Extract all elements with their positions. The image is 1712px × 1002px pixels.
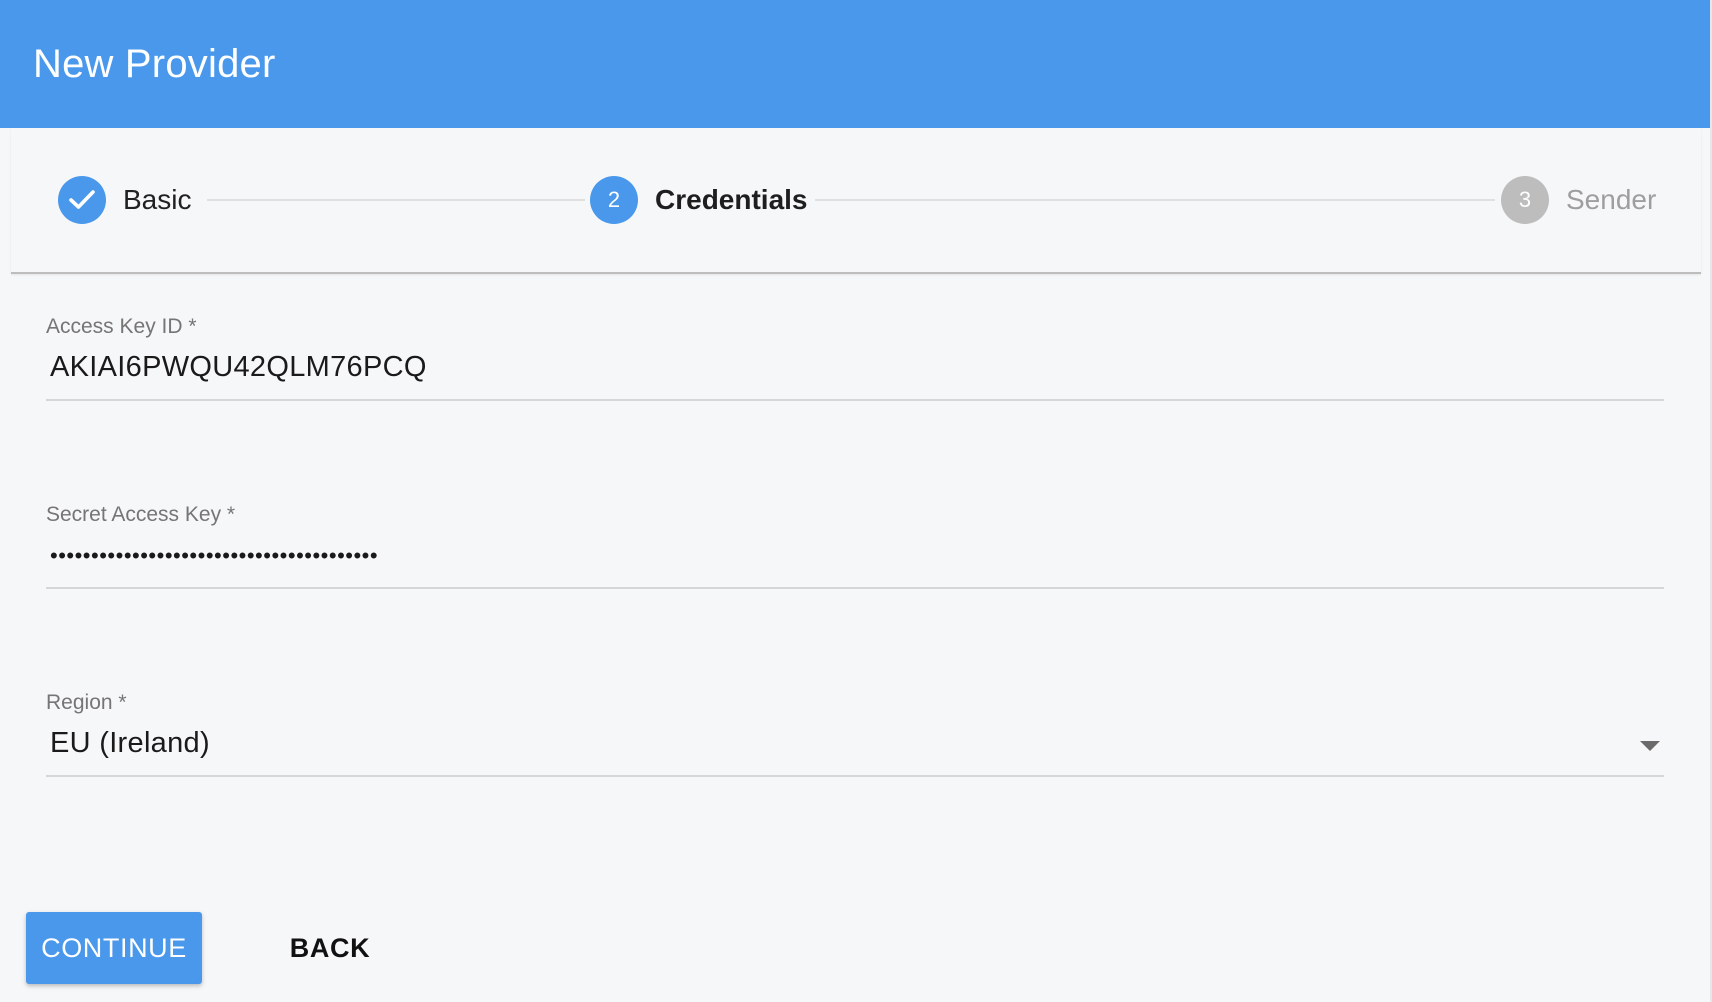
step-sender-label: Sender	[1566, 184, 1657, 215]
access-key-id-label: Access Key ID *	[46, 315, 197, 338]
dropdown-arrow-icon[interactable]	[1640, 741, 1660, 751]
secret-access-key-field[interactable]: Secret Access Key * ••••••••••••••••••••…	[46, 503, 1664, 603]
region-label: Region *	[46, 691, 127, 714]
step-sender[interactable]: 3 Sender	[1501, 176, 1656, 224]
access-key-id-field[interactable]: Access Key ID * AKIAI6PWQU42QLM76PCQ	[46, 315, 1664, 415]
step-connector	[815, 199, 1495, 201]
stepper: Basic 2 Credentials 3 Sender	[11, 128, 1701, 274]
dialog-title: New Provider	[33, 42, 276, 86]
region-select[interactable]: Region * EU (Ireland)	[46, 691, 1664, 791]
continue-button[interactable]: CONTINUE	[26, 912, 202, 984]
secret-access-key-underline	[46, 587, 1664, 589]
step-basic[interactable]: Basic	[58, 176, 191, 224]
step-basic-label: Basic	[123, 184, 192, 215]
region-underline	[46, 775, 1664, 777]
region-selected-value[interactable]: EU (Ireland)	[50, 727, 210, 760]
step-credentials-label: Credentials	[655, 184, 808, 215]
secret-access-key-label: Secret Access Key *	[46, 503, 236, 526]
step-credentials-number: 2	[590, 176, 638, 224]
step-sender-number: 3	[1501, 176, 1549, 224]
back-button[interactable]: BACK	[258, 912, 402, 984]
new-provider-dialog: New Provider Basic 2 Credentials 3 Sende…	[0, 0, 1712, 1002]
access-key-id-input[interactable]: AKIAI6PWQU42QLM76PCQ	[50, 351, 427, 384]
access-key-id-underline	[46, 399, 1664, 401]
step-connector	[207, 199, 585, 201]
check-icon	[58, 176, 106, 224]
step-credentials[interactable]: 2 Credentials	[590, 176, 808, 224]
secret-access-key-input[interactable]: ••••••••••••••••••••••••••••••••••••••••	[50, 543, 378, 569]
dialog-header: New Provider	[0, 0, 1710, 128]
